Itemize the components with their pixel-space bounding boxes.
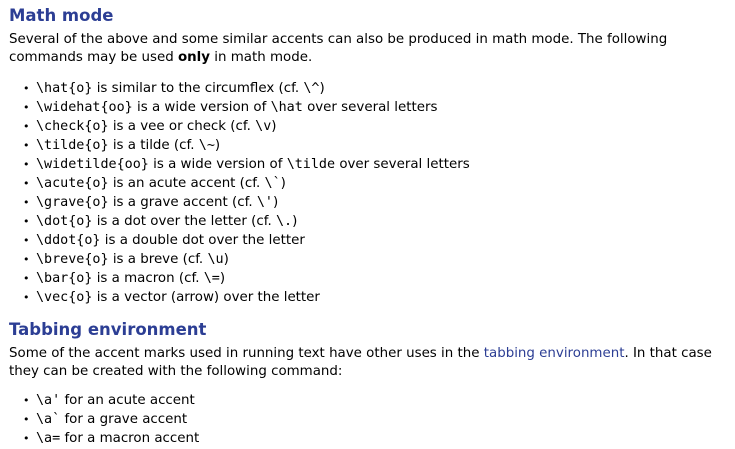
list-item: • \a` for a grave accent bbox=[23, 410, 725, 429]
command-code: \check{o} bbox=[36, 119, 109, 134]
list-item: • \a= for a macron accent bbox=[23, 429, 725, 448]
item-description: is a dot over the letter (cf. bbox=[92, 214, 276, 229]
tabbing-intro: Some of the accent marks used in running… bbox=[9, 346, 712, 379]
item-description: is a vector (arrow) over the letter bbox=[92, 290, 320, 305]
item-description: is an acute accent (cf. bbox=[108, 176, 265, 191]
bullet-icon: • bbox=[23, 196, 30, 209]
bullet-icon: • bbox=[23, 291, 30, 304]
reference-code: \. bbox=[275, 214, 293, 229]
tabbing-heading: Tabbing environment bbox=[9, 320, 207, 339]
command-code: \bar{o} bbox=[36, 271, 93, 286]
list-item: • \dot{o} is a dot over the letter (cf. \… bbox=[23, 212, 725, 231]
math-accent-list: • \hat{o} is similar to the circumflex (c… bbox=[9, 79, 725, 307]
bullet-icon: • bbox=[23, 101, 30, 114]
command-code: \grave{o} bbox=[36, 195, 109, 210]
command-code: \a` bbox=[36, 412, 61, 427]
command-code: \dot{o} bbox=[36, 214, 93, 229]
command-code: \a' bbox=[36, 393, 61, 408]
list-item: • \hat{o} is similar to the circumflex (c… bbox=[23, 79, 725, 98]
command-code: \hat{o} bbox=[36, 81, 93, 96]
list-item: • \vec{o} is a vector (arrow) over the le… bbox=[23, 288, 725, 307]
list-item: • \bar{o} is a macron (cf. \=) bbox=[23, 269, 725, 288]
list-item: • \breve{o} is a breve (cf. \u) bbox=[23, 250, 725, 269]
reference-code: \u bbox=[207, 252, 224, 267]
item-description: for a grave accent bbox=[60, 412, 188, 427]
reference-code: \~ bbox=[198, 138, 215, 153]
bullet-icon: • bbox=[23, 394, 30, 407]
command-code: \ddot{o} bbox=[36, 233, 101, 248]
bullet-icon: • bbox=[23, 432, 30, 445]
item-description: is a wide version of bbox=[148, 157, 287, 172]
bullet-icon: • bbox=[23, 234, 30, 247]
list-item: • \a' for an acute accent bbox=[23, 391, 725, 410]
bullet-icon: • bbox=[23, 139, 30, 152]
command-code: \a= bbox=[36, 431, 61, 446]
bullet-icon: • bbox=[23, 82, 30, 95]
reference-code: \` bbox=[264, 176, 281, 191]
command-code: \breve{o} bbox=[36, 252, 109, 267]
list-item: • \widehat{oo} is a wide version of \hat … bbox=[23, 98, 725, 117]
bullet-icon: • bbox=[23, 253, 30, 266]
item-description-end: ) bbox=[280, 176, 286, 191]
reference-code: \v bbox=[255, 119, 272, 134]
tabbing-accent-list: • \a' for an acute accent • \a` for a grave… bbox=[9, 391, 725, 448]
reference-code: \' bbox=[256, 195, 273, 210]
item-description-end: over several letters bbox=[302, 100, 438, 115]
item-description: is a double dot over the letter bbox=[100, 233, 305, 248]
command-code: \tilde{o} bbox=[36, 138, 109, 153]
list-item: • \tilde{o} is a tilde (cf. \~) bbox=[23, 136, 725, 155]
emphasis-only: only bbox=[177, 50, 211, 65]
item-description-end: ) bbox=[214, 138, 221, 153]
list-item: • \widetilde{oo} is a wide version of \ti… bbox=[23, 155, 725, 174]
item-description-end: ) bbox=[223, 252, 229, 267]
command-code: \widehat{oo} bbox=[36, 100, 133, 115]
item-description-end: over several letters bbox=[335, 157, 470, 172]
reference-code: \^ bbox=[303, 81, 320, 96]
command-code: \vec{o} bbox=[36, 290, 93, 305]
reference-code: \tilde bbox=[286, 157, 336, 172]
content: Math mode Several of the above and some … bbox=[0, 0, 735, 448]
list-item: • \grave{o} is a grave accent (cf. \') bbox=[23, 193, 725, 212]
bullet-icon: • bbox=[23, 215, 30, 228]
bullet-icon: • bbox=[23, 413, 30, 426]
reference-code: \hat bbox=[270, 100, 303, 115]
item-description: is a tilde (cf. bbox=[108, 138, 199, 153]
item-description-end: ) bbox=[271, 119, 277, 134]
item-description: is a grave accent (cf. bbox=[108, 195, 257, 210]
item-description-end: ) bbox=[319, 81, 325, 96]
item-description-end: ) bbox=[273, 195, 279, 210]
bullet-icon: • bbox=[23, 158, 30, 171]
bullet-icon: • bbox=[23, 120, 30, 133]
item-description: is a vee or check (cf. bbox=[108, 119, 256, 134]
item-description: is a macron (cf. bbox=[92, 271, 204, 286]
tabbing-environment-link[interactable]: tabbing environment bbox=[484, 346, 625, 361]
item-description: is a breve (cf. bbox=[108, 252, 208, 267]
command-code: \acute{o} bbox=[36, 176, 109, 191]
bullet-icon: • bbox=[23, 177, 30, 190]
item-description: is similar to the circumflex (cf. bbox=[92, 81, 304, 96]
item-description: is a wide version of bbox=[132, 100, 271, 115]
item-description-end: ) bbox=[219, 271, 226, 286]
list-item: • \check{o} is a vee or check (cf. \v) bbox=[23, 117, 725, 136]
reference-code: \= bbox=[203, 271, 220, 286]
math-mode-heading: Math mode bbox=[9, 6, 114, 25]
item-description-end: ) bbox=[292, 214, 298, 229]
list-item: • \ddot{o} is a double dot over the lette… bbox=[23, 231, 725, 250]
bullet-icon: • bbox=[23, 272, 30, 285]
item-description: for a macron accent bbox=[60, 431, 200, 446]
list-item: • \acute{o} is an acute accent (cf. \`) bbox=[23, 174, 725, 193]
command-code: \widetilde{oo} bbox=[36, 157, 149, 172]
math-mode-intro: Several of the above and some similar ac… bbox=[9, 32, 668, 65]
item-description: for an acute accent bbox=[60, 393, 195, 408]
